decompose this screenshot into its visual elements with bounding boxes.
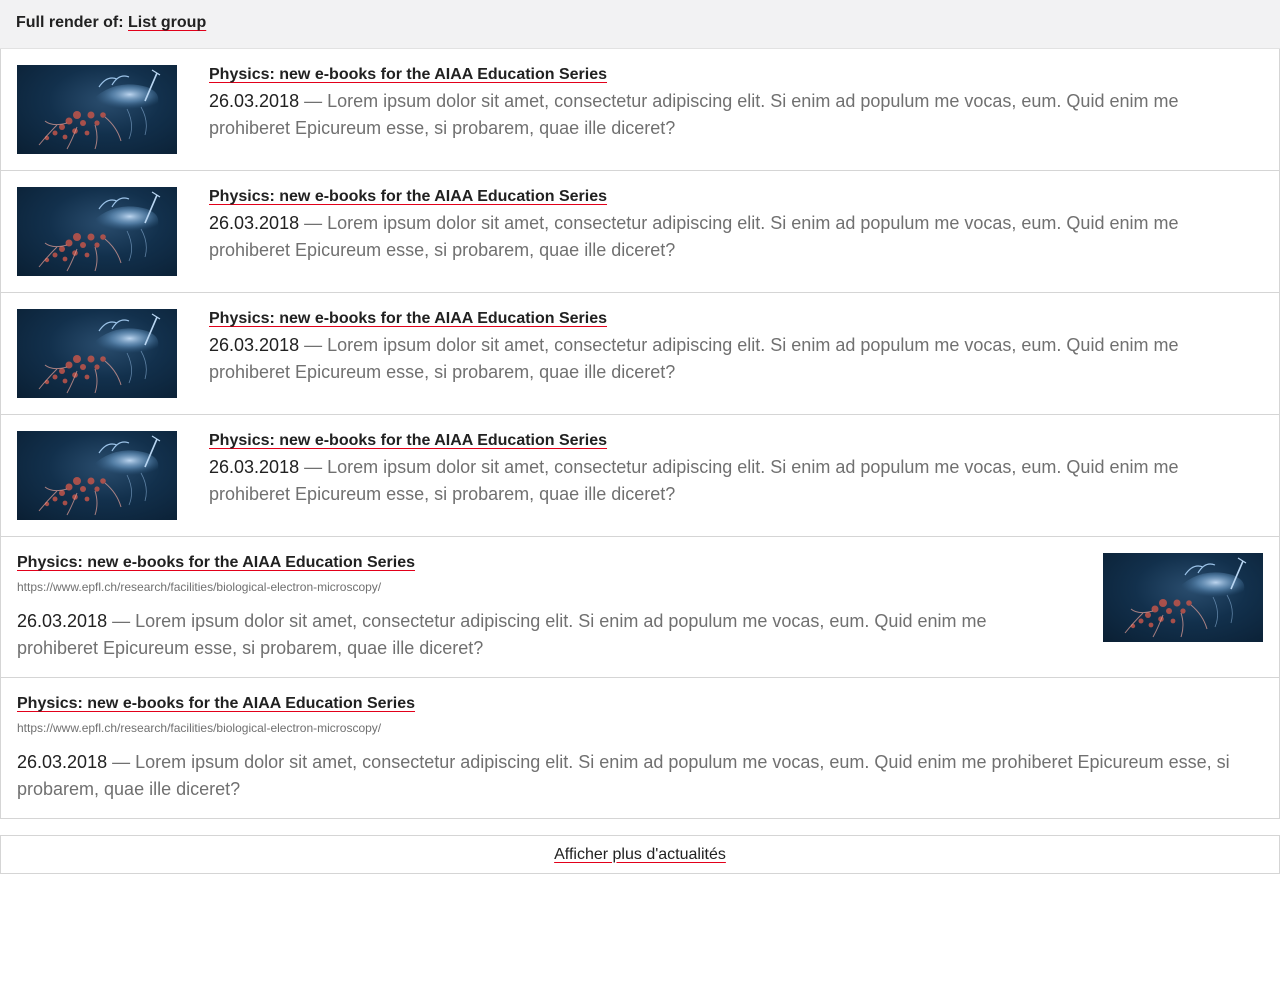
header-link-list-group[interactable]: List group	[128, 14, 206, 31]
list-item-date: 26.03.2018	[209, 335, 300, 355]
page-header: Full render of: List group	[0, 0, 1280, 49]
jellyfish-thumbnail[interactable]	[1103, 553, 1263, 642]
list-item-excerpt: — Lorem ipsum dolor sit amet, consectetu…	[17, 611, 987, 658]
list-item-url: https://www.epfl.ch/research/facilities/…	[17, 580, 382, 594]
list-item-date: 26.03.2018	[17, 752, 108, 772]
list-item-date: 26.03.2018	[209, 91, 300, 111]
list-item-body: Physics: new e-books for the AIAA Educat…	[209, 309, 1263, 398]
list-item-text: 26.03.2018 — Lorem ipsum dolor sit amet,…	[209, 210, 1263, 264]
list-item-body: Physics: new e-books for the AIAA Educat…	[17, 553, 997, 661]
list-item-title[interactable]: Physics: new e-books for the AIAA Educat…	[209, 66, 607, 84]
list-item: Physics: new e-books for the AIAA Educat…	[1, 171, 1279, 293]
jellyfish-thumbnail[interactable]	[17, 187, 177, 276]
list-item-excerpt: — Lorem ipsum dolor sit amet, consectetu…	[209, 91, 1179, 138]
list-item-text: 26.03.2018 — Lorem ipsum dolor sit amet,…	[209, 454, 1263, 508]
show-more-bar: Afficher plus d'actualités	[0, 835, 1280, 874]
header-prefix: Full render of:	[16, 14, 124, 31]
jellyfish-thumbnail[interactable]	[17, 65, 177, 154]
list-item-body: Physics: new e-books for the AIAA Educat…	[209, 431, 1263, 520]
list-item-text: 26.03.2018 — Lorem ipsum dolor sit amet,…	[17, 608, 997, 662]
list-item-excerpt: — Lorem ipsum dolor sit amet, consectetu…	[209, 213, 1179, 260]
news-list: Physics: new e-books for the AIAA Educat…	[0, 49, 1280, 819]
list-item-text: 26.03.2018 — Lorem ipsum dolor sit amet,…	[209, 332, 1263, 386]
list-item-text: 26.03.2018 — Lorem ipsum dolor sit amet,…	[209, 88, 1263, 142]
list-item: Physics: new e-books for the AIAA Educat…	[1, 415, 1279, 537]
list-item-title[interactable]: Physics: new e-books for the AIAA Educat…	[209, 188, 607, 206]
list-item-date: 26.03.2018	[209, 457, 300, 477]
list-item-title[interactable]: Physics: new e-books for the AIAA Educat…	[209, 310, 607, 328]
list-item-excerpt: — Lorem ipsum dolor sit amet, consectetu…	[209, 457, 1179, 504]
list-item-url: https://www.epfl.ch/research/facilities/…	[17, 721, 382, 735]
jellyfish-thumbnail[interactable]	[17, 309, 177, 398]
list-item: Physics: new e-books for the AIAA Educat…	[1, 49, 1279, 171]
list-item-date: 26.03.2018	[17, 611, 108, 631]
list-item-excerpt: — Lorem ipsum dolor sit amet, consectetu…	[17, 752, 1230, 799]
jellyfish-thumbnail[interactable]	[17, 431, 177, 520]
list-item-excerpt: — Lorem ipsum dolor sit amet, consectetu…	[209, 335, 1179, 382]
list-item-title[interactable]: Physics: new e-books for the AIAA Educat…	[17, 554, 415, 572]
list-item-body: Physics: new e-books for the AIAA Educat…	[17, 694, 1263, 802]
list-item: Physics: new e-books for the AIAA Educat…	[1, 537, 1279, 678]
show-more-news-link[interactable]: Afficher plus d'actualités	[554, 846, 726, 864]
list-item-body: Physics: new e-books for the AIAA Educat…	[209, 187, 1263, 276]
list-item-text: 26.03.2018 — Lorem ipsum dolor sit amet,…	[17, 749, 1263, 803]
list-item-body: Physics: new e-books for the AIAA Educat…	[209, 65, 1263, 154]
list-item: Physics: new e-books for the AIAA Educat…	[1, 678, 1279, 819]
list-item-title[interactable]: Physics: new e-books for the AIAA Educat…	[17, 695, 415, 713]
list-item-title[interactable]: Physics: new e-books for the AIAA Educat…	[209, 432, 607, 450]
list-item-date: 26.03.2018	[209, 213, 300, 233]
list-item: Physics: new e-books for the AIAA Educat…	[1, 293, 1279, 415]
